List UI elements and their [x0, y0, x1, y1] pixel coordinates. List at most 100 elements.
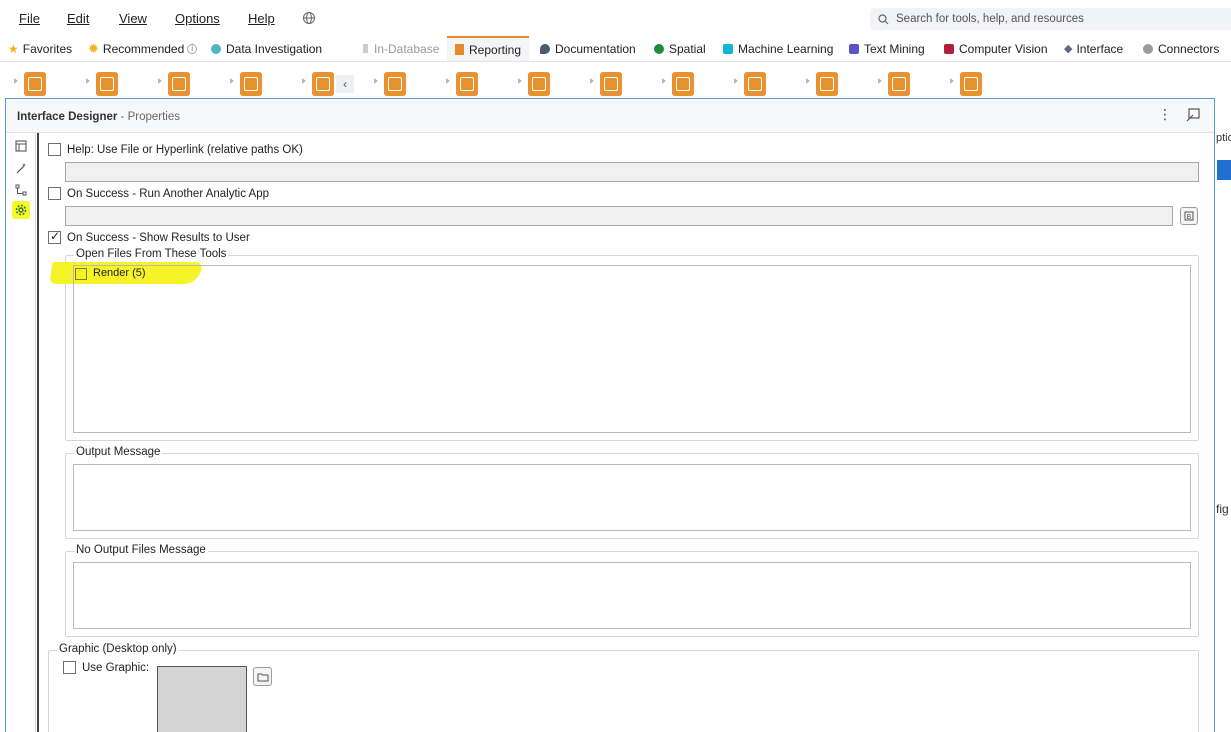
circle-icon: [211, 43, 221, 54]
another-app-path-input[interactable]: [65, 206, 1173, 226]
search-placeholder: Search for tools, help, and resources: [896, 13, 1084, 25]
header-tool-icon[interactable]: [734, 72, 766, 96]
report-icon: [455, 44, 464, 55]
tree-view-icon[interactable]: [12, 181, 30, 199]
web-tool-icon[interactable]: [806, 72, 838, 96]
show-results-label: On Success - Show Results to User: [67, 232, 250, 244]
edge-top-text: ptio: [1216, 132, 1231, 144]
panel-title-main: Interface Designer: [17, 111, 118, 123]
help-checkbox[interactable]: [48, 143, 61, 156]
menu-options-label: Options: [175, 11, 220, 26]
tab-label: Favorites: [22, 41, 73, 56]
tab-label: Reporting: [469, 42, 522, 57]
tab-documentation[interactable]: Documentation: [540, 36, 636, 61]
no-output-message-textarea[interactable]: [73, 562, 1191, 629]
overlay-tool-icon[interactable]: [518, 72, 550, 96]
tab-label: Spatial: [669, 41, 706, 56]
output-message-textarea[interactable]: [73, 464, 1191, 531]
tab-label: Computer Vision: [959, 41, 1048, 56]
folder-icon: [257, 673, 268, 681]
menu-bar: File Edit View Options Help Search for t…: [0, 0, 1231, 36]
database-icon: [363, 44, 368, 53]
square-icon: [944, 43, 954, 54]
undock-icon[interactable]: [1186, 108, 1200, 122]
menu-edit-label: Edit: [67, 11, 90, 26]
help-label: Help: Use File or Hyperlink (relative pa…: [67, 144, 303, 156]
tool-palette: [0, 62, 1231, 98]
panel-header: Interface Designer - Properties ⋮: [6, 99, 1214, 133]
output-message-title: Output Message: [74, 446, 163, 458]
tab-recommended[interactable]: ✹ Recommended i: [88, 36, 198, 61]
layout-view-icon[interactable]: [12, 137, 30, 155]
browse-graphic-button[interactable]: [253, 667, 272, 686]
tab-favorites[interactable]: ★ Favorites: [8, 36, 72, 61]
tab-computer-vision[interactable]: Computer Vision: [944, 36, 1048, 61]
map-legend-tool-icon[interactable]: [446, 72, 478, 96]
help-url-input[interactable]: [65, 162, 1199, 182]
tab-label: Recommended: [102, 41, 185, 56]
globe-icon[interactable]: [302, 11, 316, 25]
table-tool-icon[interactable]: [950, 72, 982, 96]
hexagon-icon: [849, 43, 859, 54]
report-text-tool-icon[interactable]: [590, 72, 622, 96]
menu-help[interactable]: Help: [248, 11, 275, 26]
browse-icon: B: [1184, 211, 1194, 221]
search-icon: [878, 13, 889, 24]
info-icon[interactable]: i: [187, 43, 198, 54]
tab-interface[interactable]: ◆ Interface: [1064, 36, 1123, 61]
footer-tool-icon[interactable]: [662, 72, 694, 96]
tab-spatial[interactable]: Spatial: [654, 36, 706, 61]
show-results-checkbox[interactable]: [48, 229, 61, 244]
properties-gear-icon[interactable]: [12, 201, 30, 219]
play-icon[interactable]: [1217, 160, 1231, 180]
designer-sidebar: [6, 133, 36, 732]
menu-view[interactable]: View: [119, 11, 147, 26]
map-tool-icon[interactable]: [374, 72, 406, 96]
browse-app-button[interactable]: B: [1180, 207, 1198, 225]
tab-reporting[interactable]: Reporting: [447, 36, 530, 61]
sun-icon: ✹: [88, 40, 99, 56]
run-another-app-label: On Success - Run Another Analytic App: [67, 188, 270, 200]
menu-options[interactable]: Options: [175, 11, 220, 26]
search-bar[interactable]: Search for tools, help, and resources: [870, 8, 1231, 30]
email-tool-icon[interactable]: [14, 72, 46, 96]
image-tool-icon[interactable]: [86, 72, 118, 96]
magic-wand-icon[interactable]: [12, 159, 30, 177]
graphic-preview: [157, 666, 247, 732]
run-another-app-checkbox[interactable]: [48, 187, 61, 200]
tab-label: Machine Learning: [738, 41, 834, 56]
tab-in-database[interactable]: In-Database: [363, 36, 439, 61]
tab-text-mining[interactable]: Text Mining: [849, 36, 925, 61]
menu-file-label: File: [19, 11, 40, 26]
menu-file[interactable]: File: [19, 11, 40, 26]
use-graphic-checkbox[interactable]: [63, 661, 76, 674]
tool-list-box: [73, 265, 1191, 433]
use-graphic-label: Use Graphic:: [82, 662, 150, 674]
open-files-group-title: Open Files From These Tools: [74, 248, 229, 260]
svg-text:B: B: [1187, 213, 1192, 221]
edge-mid-text: fig: [1216, 502, 1229, 516]
graphic-group-title: Graphic (Desktop only): [57, 643, 179, 655]
square-icon: [723, 43, 733, 54]
panel-title-sub: - Properties: [117, 111, 180, 123]
diamond-icon: ◆: [1064, 43, 1073, 55]
tab-machine-learning[interactable]: Machine Learning: [723, 36, 833, 61]
chart-tool-icon[interactable]: [230, 72, 262, 96]
tab-label: Connectors: [1158, 41, 1220, 56]
render-checkbox[interactable]: [75, 268, 87, 280]
tab-data-investigation[interactable]: Data Investigation: [211, 36, 322, 61]
tab-label: Data Investigation: [226, 41, 323, 56]
layout-tool-icon[interactable]: [302, 72, 334, 96]
category-tabs: ★ Favorites ✹ Recommended i Data Investi…: [0, 36, 1231, 93]
text-tool-icon[interactable]: [878, 72, 910, 96]
tab-label: Interface: [1076, 41, 1124, 56]
menu-edit[interactable]: Edit: [67, 11, 89, 26]
tab-label: Documentation: [555, 41, 636, 56]
no-output-message-title: No Output Files Message: [74, 544, 208, 556]
background-canvas-edge: ptio fig: [1215, 128, 1231, 732]
insight-tool-icon[interactable]: [158, 72, 190, 96]
menu-help-label: Help: [248, 11, 275, 26]
tab-connectors[interactable]: Connectors: [1143, 36, 1219, 61]
render-tool-item[interactable]: Render (5): [93, 267, 146, 279]
more-options-icon[interactable]: ⋮: [1158, 107, 1172, 121]
